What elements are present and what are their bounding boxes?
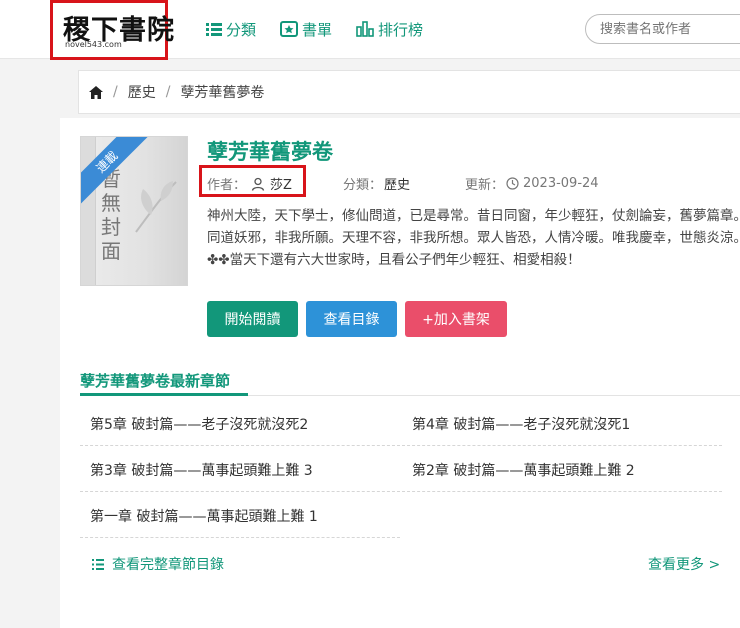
breadcrumb-category[interactable]: 歷史: [128, 82, 156, 102]
list-icon: [92, 558, 104, 570]
site-header: 稷下書院 novel543.com 分類 書單 排行榜: [0, 0, 740, 60]
bar-chart-icon: [356, 21, 374, 37]
full-toc-label: 查看完整章節目錄: [112, 557, 224, 573]
nav-category-label: 分類: [226, 20, 257, 39]
leaf-icon: [135, 181, 177, 233]
updated-label: 更新：: [465, 178, 505, 193]
nav-ranking[interactable]: 排行榜: [356, 18, 423, 40]
category-label: 分類：: [343, 178, 383, 193]
list-icon: [206, 23, 222, 36]
latest-chapters-title: 孽芳華舊夢卷最新章節: [80, 372, 231, 390]
nav-ranking-label: 排行榜: [378, 20, 424, 39]
section-underline: [80, 393, 248, 396]
breadcrumb-separator: /: [165, 84, 171, 100]
nav-booklist-label: 書單: [302, 20, 333, 39]
user-icon: [251, 177, 265, 191]
view-toc-button[interactable]: 查看目錄: [306, 301, 397, 337]
book-title: 孽芳華舊夢卷: [207, 140, 333, 164]
cover-placeholder-text: 暫無封面: [101, 167, 121, 263]
book-updated: 更新： 2023-09-24: [465, 174, 599, 193]
chapter-link[interactable]: 第5章 破封篇——老子沒死就沒死2: [80, 402, 400, 446]
book-author: 作者： 莎Z: [207, 174, 292, 193]
search-input[interactable]: [585, 14, 740, 44]
view-more-link[interactable]: 查看更多 >: [648, 554, 720, 574]
clock-icon: [506, 177, 519, 190]
updated-value: 2023-09-24: [523, 176, 599, 191]
nav-category[interactable]: 分類: [206, 18, 256, 40]
star-book-icon: [280, 21, 298, 37]
breadcrumb-current: 孽芳華舊夢卷: [180, 85, 265, 101]
home-icon[interactable]: [89, 85, 103, 99]
book-cover[interactable]: 暫無封面 連載: [80, 136, 188, 286]
add-to-shelf-button[interactable]: +加入書架: [405, 301, 507, 337]
author-label: 作者：: [207, 178, 247, 193]
logo-subtext: novel543.com: [65, 40, 122, 49]
nav-booklist[interactable]: 書單: [280, 18, 332, 40]
start-reading-button[interactable]: 開始閱讀: [207, 301, 298, 337]
full-toc-link[interactable]: 查看完整章節目錄: [92, 554, 224, 574]
chapter-link[interactable]: 第3章 破封篇——萬事起頭難上難 3: [80, 448, 400, 492]
chapter-link[interactable]: 第4章 破封篇——老子沒死就沒死1: [402, 402, 722, 446]
breadcrumb-separator: /: [113, 84, 118, 100]
category-value[interactable]: 歷史: [384, 174, 410, 193]
chapter-link[interactable]: 第一章 破封篇——萬事起頭難上難 1: [80, 494, 400, 538]
site-logo[interactable]: 稷下書院 novel543.com: [50, 0, 174, 60]
author-name[interactable]: 莎Z: [270, 174, 292, 193]
breadcrumb: / 歷史 / 孽芳華舊夢卷: [78, 70, 740, 114]
book-category: 分類： 歷史: [343, 174, 410, 193]
chapter-link[interactable]: 第2章 破封篇——萬事起頭難上難 2: [402, 448, 722, 492]
book-description: 神州大陸，天下學士，修仙問道，已是尋常。昔日同窗，年少輕狂，仗劍論妄，舊夢篇章。…: [207, 208, 740, 268]
